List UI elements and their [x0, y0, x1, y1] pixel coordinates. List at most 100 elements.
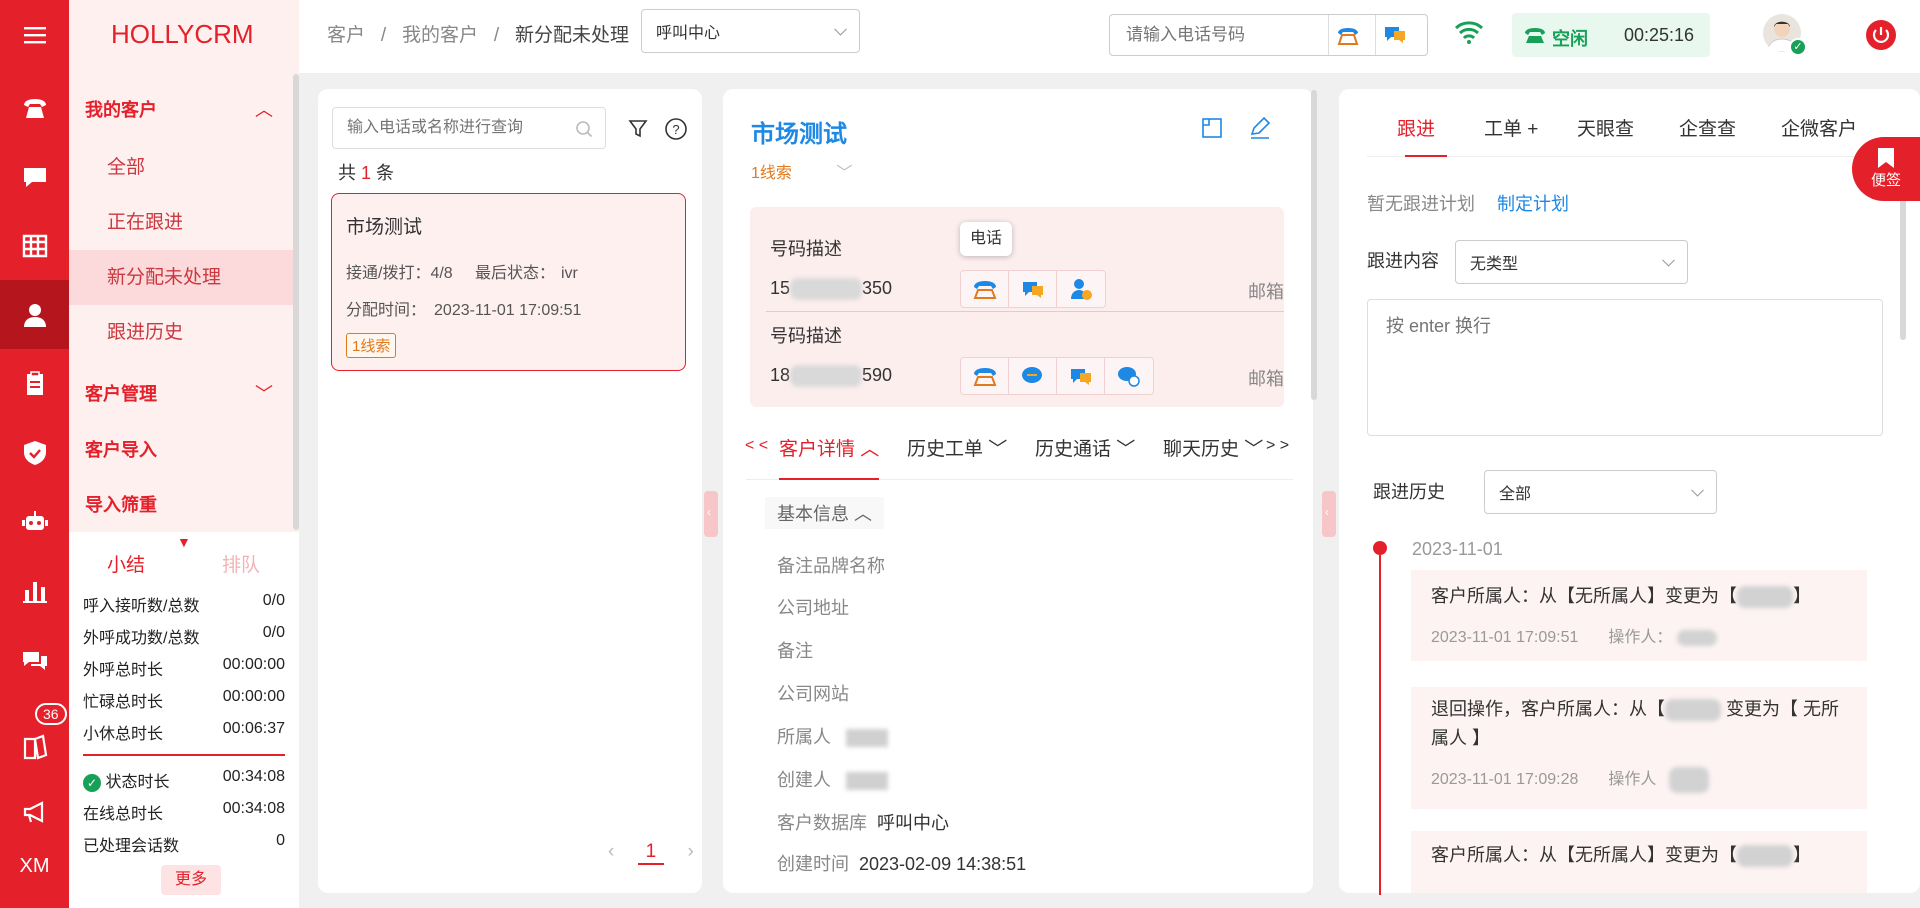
call-center-select[interactable]: 呼叫中心 [641, 9, 860, 53]
basic-info-section[interactable]: 基本信息 ︿ [765, 497, 885, 529]
book-icon[interactable]: 36 [0, 703, 69, 782]
menu-icon[interactable] [0, 0, 69, 69]
field-company-address: 公司地址 [777, 594, 859, 620]
masked-digits [790, 278, 863, 301]
tab-qichacha[interactable]: 企查查 [1679, 114, 1736, 141]
stat-value: 0/0 [262, 592, 285, 609]
edit-icon[interactable] [1248, 116, 1272, 140]
tab-wecom-customer[interactable]: 企微客户 [1781, 114, 1857, 141]
nav-item-all[interactable]: 全部 [69, 140, 293, 195]
message-icon[interactable] [0, 625, 69, 694]
tab-ticket-add[interactable]: 工单 + [1484, 114, 1538, 141]
search-icon[interactable] [575, 120, 593, 138]
stat-label: 已处理会话数 [83, 838, 180, 855]
sms-icon[interactable] [1009, 271, 1057, 307]
phone-number-input[interactable] [1110, 15, 1320, 55]
nav-item-following[interactable]: 正在跟进 [69, 195, 293, 250]
chevron-down-icon: ﹀ [255, 384, 273, 404]
shield-icon[interactable] [0, 418, 69, 487]
follow-panel: 跟进 工单 + 天眼查 企查查 企微客户 暂无跟进计划 制定计划 跟进内容 无类型… [1339, 89, 1920, 895]
stat-value: 0/0 [262, 624, 285, 641]
nav-scrollbar[interactable] [293, 74, 299, 530]
tab-customer-detail[interactable]: 客户详情 ︿ [779, 434, 880, 480]
pagination: ‹ 1 › [608, 841, 694, 865]
nav-group-label: 客户管理 [85, 384, 157, 404]
stat-row: 小休总时长 00:06:37 [83, 720, 285, 744]
content-type-select[interactable]: 无类型 [1455, 240, 1688, 284]
collapse-right-handle[interactable]: ‹ [1322, 491, 1336, 537]
entry-meta: 2023-11-01 17:09:28 操作人 [1431, 765, 1847, 793]
nav-group-my-customers[interactable]: 我的客户 ︿ [85, 96, 273, 122]
entry-text-b: 】 [1793, 586, 1811, 606]
nav-group-customer-manage[interactable]: 客户管理 ﹀ [85, 380, 273, 406]
entry-text-a: 退回操作，客户所属人：从【 [1431, 699, 1665, 719]
sms-icon[interactable] [1057, 358, 1105, 394]
customer-icon[interactable] [0, 280, 69, 349]
bar-chart-icon[interactable] [0, 556, 69, 625]
redacted-value [1737, 845, 1793, 868]
customer-card[interactable]: 市场测试 接通/拨打：4/8 最后状态： ivr 分配时间： 2023-11-01 … [331, 193, 686, 371]
rail-xm-label[interactable]: XM [0, 855, 69, 878]
list-search-input[interactable] [333, 108, 563, 148]
grid-icon[interactable] [0, 211, 69, 280]
field-company-website: 公司网站 [777, 680, 859, 706]
phone-icon[interactable] [0, 73, 69, 142]
power-icon[interactable] [1866, 20, 1896, 50]
wechat-icon[interactable] [1105, 358, 1153, 394]
megaphone-icon[interactable] [0, 777, 69, 846]
next-page-icon[interactable]: › [687, 841, 693, 862]
follow-content-textarea[interactable] [1367, 299, 1883, 436]
crumb-customer[interactable]: 客户 [327, 25, 365, 46]
divider [83, 754, 285, 756]
chevron-down-icon [1691, 483, 1704, 497]
filter-icon[interactable] [628, 118, 650, 140]
add-contact-icon[interactable] [1057, 271, 1105, 307]
history-filter-select[interactable]: 全部 [1484, 470, 1717, 514]
chat-bubble-icon[interactable] [1009, 358, 1057, 394]
make-plan-link[interactable]: 制定计划 [1497, 194, 1569, 214]
phone-suffix: 350 [862, 278, 893, 298]
redacted-value [1665, 699, 1721, 722]
tab-queue[interactable]: 排队 [222, 550, 260, 577]
call-icon[interactable] [961, 271, 1009, 307]
sms-icon[interactable] [1382, 22, 1408, 48]
robot-icon[interactable] [0, 487, 69, 556]
field-value: 2023-02-09 14:38:51 [859, 854, 1027, 874]
expand-icon[interactable] [1201, 117, 1223, 139]
assign-time: 2023-11-01 17:09:51 [434, 302, 582, 319]
crumb-my-customers[interactable]: 我的客户 [402, 25, 478, 46]
nav-group-import[interactable]: 客户导入 [85, 436, 157, 462]
help-icon[interactable]: ? [664, 117, 688, 141]
detail-scrollbar[interactable] [1311, 90, 1317, 400]
tab-tianyancha[interactable]: 天眼查 [1577, 114, 1634, 141]
prev-page-icon[interactable]: ‹ [608, 841, 614, 862]
tabs-prev[interactable]: < < [745, 437, 768, 455]
tab-summary[interactable]: 小结 [107, 550, 145, 577]
agent-status[interactable]: 空闲 00:25:16 [1512, 13, 1710, 57]
lead-selector[interactable]: 1线索 ﹀ [751, 159, 852, 183]
chat-icon[interactable] [0, 142, 69, 211]
nav-item-new-unprocessed[interactable]: 新分配未处理 [69, 250, 293, 305]
tab-history-tickets[interactable]: 历史工单 ﹀ [907, 434, 1007, 461]
tab-follow[interactable]: 跟进 [1397, 114, 1435, 141]
tab-history-calls[interactable]: 历史通话 ﹀ [1035, 434, 1135, 461]
notes-bookmark[interactable]: 便签 [1852, 137, 1920, 201]
tabs-next[interactable]: > > [1266, 437, 1289, 455]
nav-item-history[interactable]: 跟进历史 [69, 305, 293, 360]
status-text: 空闲 [1552, 29, 1588, 49]
tab-chat-history[interactable]: 聊天历史 ﹀ [1163, 434, 1263, 461]
stat-row: 外呼总时长 00:00:00 [83, 656, 285, 680]
page-current[interactable]: 1 [637, 841, 665, 865]
call-icon[interactable] [961, 358, 1009, 394]
nav-group-dedupe[interactable]: 导入筛重 [85, 491, 157, 517]
clipboard-icon[interactable] [0, 349, 69, 418]
breadcrumb: 客户 / 我的客户 / 新分配未处理 [327, 20, 629, 47]
card-line: 接通/拨打：4/8 最后状态： ivr [346, 259, 671, 283]
assign-label: 分配时间： [346, 302, 427, 319]
dial-phone-icon[interactable] [1335, 22, 1361, 48]
chevron-down-icon [1662, 253, 1675, 267]
check-circle-icon: ✓ [83, 773, 101, 792]
more-button[interactable]: 更多 [161, 865, 221, 895]
collapse-left-handle[interactable]: ‹ [704, 491, 718, 537]
summary-tabs: ▼ 小结 排队 [69, 532, 299, 592]
